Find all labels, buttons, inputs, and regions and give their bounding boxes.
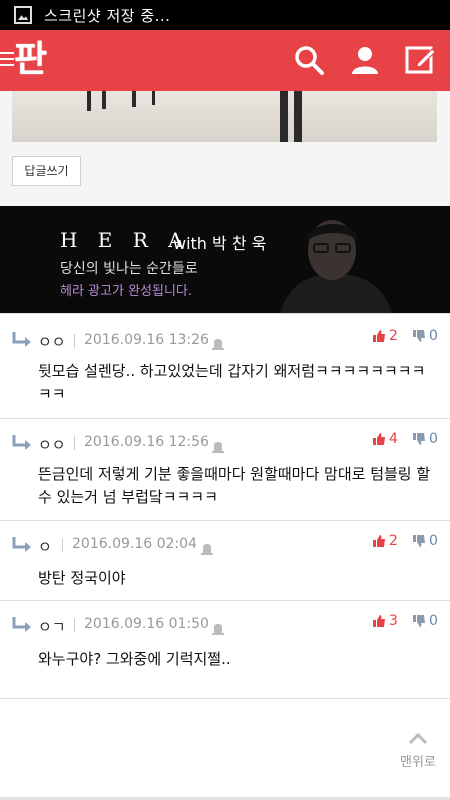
ad-brand: H E R A — [60, 228, 190, 252]
report-icon[interactable] — [211, 621, 225, 635]
comment-text: 방탄 정국이야 — [38, 569, 126, 587]
reply-arrow-icon — [12, 537, 31, 552]
comment-nick[interactable]: ㅇ — [38, 536, 52, 557]
reply-arrow-icon — [12, 435, 31, 450]
comment-date: 2016.09.16 02:04 — [72, 536, 197, 552]
dislike-count: 0 — [429, 533, 438, 549]
ad-banner[interactable]: H E R A with 박 찬 욱 당신의 빛나는 순간들로 헤라 광고가 완… — [0, 206, 450, 313]
like-count: 3 — [389, 613, 398, 629]
report-icon[interactable] — [200, 541, 214, 555]
dislike-count: 0 — [429, 328, 438, 344]
like-count: 2 — [389, 328, 398, 344]
dislike-button[interactable]: 0 — [412, 613, 438, 629]
scroll-top-button[interactable]: 맨위로 — [393, 730, 443, 770]
comment-date: 2016.09.16 01:50 — [84, 616, 209, 632]
like-count: 2 — [389, 533, 398, 549]
comment-date: 2016.09.16 12:56 — [84, 434, 209, 450]
thumbs-up-icon — [373, 433, 385, 445]
thumbs-up-icon — [373, 330, 385, 342]
reply-arrow-icon — [12, 332, 31, 347]
reply-arrow-icon — [12, 617, 31, 632]
app-logo[interactable]: 판 — [14, 38, 47, 82]
scroll-top-label: 맨위로 — [400, 755, 436, 770]
comment-text: 뜬금인데 저렇게 기분 좋을때마다 원할때마다 맘대로 텀블링 할수 있는거 넘… — [38, 465, 431, 506]
post-image — [12, 91, 437, 142]
ad-line1: 당신의 빛나는 순간들로 — [60, 261, 198, 277]
app-bar: 판 — [0, 30, 450, 91]
ad-portrait-image — [280, 220, 392, 313]
thumbs-down-icon — [413, 433, 425, 445]
search-icon[interactable] — [292, 43, 326, 77]
comment-item: ㅇ 2016.09.16 02:04 2 0 방탄 정국이야 — [0, 520, 450, 600]
ad-with: with 박 찬 욱 — [173, 234, 267, 253]
dislike-button[interactable]: 0 — [412, 431, 438, 447]
like-button[interactable]: 2 — [372, 533, 398, 549]
chevron-up-icon — [408, 732, 428, 745]
menu-icon[interactable] — [0, 52, 14, 68]
dislike-button[interactable]: 0 — [412, 328, 438, 344]
thumbs-up-icon — [373, 535, 385, 547]
comment-text: 와누구야? 그와중에 기럭지쩔.. — [38, 650, 231, 668]
like-count: 4 — [389, 431, 398, 447]
dislike-count: 0 — [429, 613, 438, 629]
comment-item: ㅇㅇ 2016.09.16 13:26 2 0 뒷모습 설렌당.. 하고있었는데… — [0, 313, 450, 418]
comment-date: 2016.09.16 13:26 — [84, 332, 209, 348]
thumbs-up-icon — [373, 615, 385, 627]
status-bar: 스크린샷 저장 중... — [0, 0, 450, 30]
status-text: 스크린샷 저장 중... — [44, 6, 171, 25]
comment-nick[interactable]: ㅇㅇ — [38, 331, 66, 352]
like-button[interactable]: 2 — [372, 328, 398, 344]
comment-text: 뒷모습 설렌당.. 하고있었는데 갑자기 왜저럼ㅋㅋㅋㅋㅋㅋㅋㅋㅋㅋ — [38, 362, 426, 403]
comment-nick[interactable]: ㅇㅇ — [38, 434, 66, 455]
divider — [0, 698, 450, 699]
dislike-button[interactable]: 0 — [412, 533, 438, 549]
write-icon[interactable] — [404, 43, 438, 77]
user-icon[interactable] — [348, 43, 382, 77]
comment-item: ㅇㄱ 2016.09.16 01:50 3 0 와누구야? 그와중에 기럭지쩔.… — [0, 600, 450, 698]
thumbs-down-icon — [413, 535, 425, 547]
screenshot-icon — [14, 6, 32, 24]
like-button[interactable]: 3 — [372, 613, 398, 629]
report-icon[interactable] — [211, 336, 225, 350]
ad-line2: 헤라 광고가 완성됩니다. — [60, 284, 192, 299]
thumbs-down-icon — [413, 615, 425, 627]
dislike-count: 0 — [429, 431, 438, 447]
comment-item: ㅇㅇ 2016.09.16 12:56 4 0 뜬금인데 저렇게 기분 좋을때마… — [0, 418, 450, 520]
report-icon[interactable] — [211, 439, 225, 453]
thumbs-down-icon — [413, 330, 425, 342]
like-button[interactable]: 4 — [372, 431, 398, 447]
comment-nick[interactable]: ㅇㄱ — [38, 616, 66, 637]
reply-write-button[interactable]: 답글쓰기 — [12, 156, 81, 186]
